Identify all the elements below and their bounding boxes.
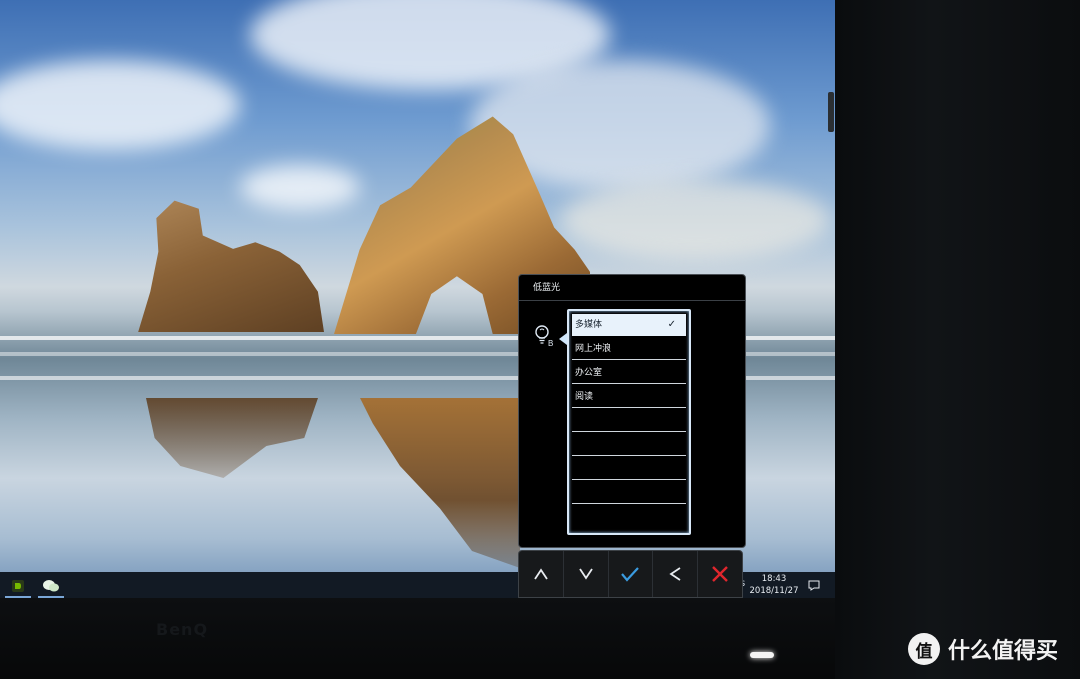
rock-formation-left [138,200,324,332]
mode-option-web-surfing[interactable]: 网上冲浪 [572,338,686,360]
close-icon [712,566,728,582]
rock-reflection-right [360,398,520,568]
left-caret-icon [669,567,681,581]
monitor-bezel-right [835,0,1080,679]
clock-date: 2018/11/27 [749,586,799,596]
osd-exit-button[interactable] [698,551,742,597]
mode-option-office[interactable]: 办公室 [572,362,686,384]
osd-title: 低蓝光 [519,275,745,301]
watermark-logo-icon: 值 [908,633,940,665]
taskbar-app-wechat[interactable] [36,572,66,599]
osd-menu-panel: 低蓝光 B 多媒体 ✓ 网上冲浪 办公室 阅读 [518,274,746,548]
bezel-logo: BenQ [156,620,209,639]
taskbar-app-nvidia[interactable] [3,572,33,599]
watermark-mark: 值 [915,641,933,662]
low-blue-light-mode-list: 多媒体 ✓ 网上冲浪 办公室 阅读 [567,309,691,535]
cloud [0,60,240,150]
cloud [240,165,360,210]
option-label: 办公室 [575,368,603,378]
osd-control-bar [518,550,743,598]
watermark: 值 什么值得买 [908,633,1058,665]
mode-option-empty [572,410,686,432]
monitor-bezel-bottom [0,598,835,679]
up-caret-icon [534,568,548,580]
down-caret-icon [578,568,593,580]
mode-option-empty [572,482,686,504]
nvidia-icon [12,579,24,592]
power-led [750,652,774,658]
option-label: 多媒体 [575,320,603,330]
mode-option-reading[interactable]: 阅读 [572,386,686,408]
mode-option-empty [572,458,686,480]
menu-pointer [559,333,567,345]
check-icon [621,567,640,582]
mode-option-empty [572,434,686,456]
svg-text:B: B [548,339,553,348]
mode-option-multimedia[interactable]: 多媒体 ✓ [572,314,686,336]
watermark-text: 什么值得买 [948,639,1059,664]
osd-back-button[interactable] [653,551,699,597]
wechat-icon [43,579,59,591]
monitor-side-tab [828,92,834,132]
taskbar-clock[interactable]: 18:43 2018/11/27 [748,573,800,597]
rock-reflection-left [146,398,318,478]
option-label: 网上冲浪 [575,344,612,354]
check-icon: ✓ [667,319,676,330]
cloud [560,180,830,260]
notification-icon [808,580,820,591]
action-center-button[interactable] [804,576,824,594]
osd-down-button[interactable] [564,551,609,597]
option-label: 阅读 [575,392,594,402]
osd-up-button[interactable] [519,551,564,597]
osd-confirm-button[interactable] [609,551,654,597]
clock-time: 18:43 [761,574,787,584]
low-blue-light-bulb-icon: B [533,324,555,352]
